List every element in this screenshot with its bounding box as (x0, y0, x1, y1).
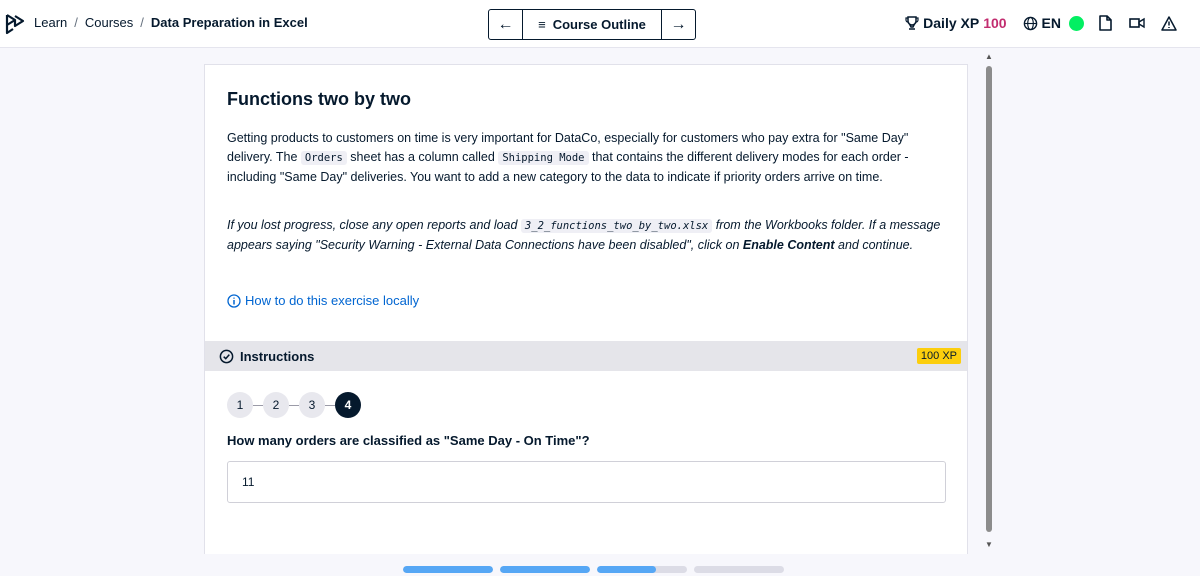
daily-xp-label: Daily XP (923, 15, 980, 31)
trophy-icon (905, 15, 919, 30)
step-4-button[interactable]: 4 (335, 392, 361, 418)
note-text: and continue. (834, 238, 914, 252)
slides-button[interactable] (1096, 14, 1114, 32)
step-3-button[interactable]: 3 (299, 392, 325, 418)
previous-exercise-button[interactable]: ← (489, 10, 522, 39)
xp-badge: 100 XP (916, 348, 961, 364)
exercise-card: Functions two by two Getting products to… (204, 64, 968, 554)
check-circle-icon (219, 349, 234, 363)
step-connector (325, 404, 335, 406)
exercise-title: Functions two by two (227, 89, 411, 109)
document-icon (1098, 15, 1112, 31)
breadcrumb-courses[interactable]: Courses (85, 15, 133, 30)
top-bar: Learn / Courses / Data Preparation in Ex… (0, 0, 1200, 48)
breadcrumb-current-course[interactable]: Data Preparation in Excel (151, 15, 308, 30)
inline-code-shipping-mode: Shipping Mode (498, 151, 589, 165)
inline-code-workbook: 3_2_functions_two_by_two.xlsx (520, 219, 713, 233)
step-indicator: 1 2 3 4 (227, 392, 361, 418)
how-to-exercise-locally-link[interactable]: How to do this exercise locally (227, 293, 419, 308)
video-button[interactable] (1128, 14, 1146, 32)
exercise-context: Getting products to customers on time is… (227, 129, 949, 187)
content-scrollbar[interactable]: ▲ ▼ (983, 52, 995, 552)
answer-input[interactable] (227, 461, 946, 503)
info-icon (227, 293, 241, 308)
step-connector (289, 404, 299, 406)
menu-icon: ≡ (538, 17, 546, 32)
arrow-right-icon: → (670, 15, 687, 33)
language-selector[interactable]: EN (1023, 15, 1061, 31)
breadcrumb-separator: / (140, 15, 144, 30)
progress-segment (403, 566, 493, 573)
exercise-progress (403, 566, 784, 573)
progress-fill (597, 566, 656, 573)
report-issue-button[interactable] (1160, 14, 1178, 32)
daily-xp-value: 100 (983, 15, 1007, 31)
how-to-link-label: How to do this exercise locally (245, 293, 420, 308)
header-tools: Daily XP 100 EN (905, 14, 1178, 32)
instructions-label: Instructions (240, 348, 315, 364)
step-2-button[interactable]: 2 (263, 392, 289, 418)
instructions-header: Instructions 100 XP (205, 341, 967, 371)
question-text: How many orders are classified as "Same … (227, 433, 590, 448)
progress-segment (694, 566, 784, 573)
course-outline-label: Course Outline (552, 17, 646, 32)
scrollbar-thumb[interactable] (986, 66, 992, 532)
language-label: EN (1041, 15, 1061, 31)
inline-code-orders: Orders (300, 151, 347, 165)
breadcrumb: Learn / Courses / Data Preparation in Ex… (34, 15, 308, 30)
course-outline-button[interactable]: ≡ Course Outline (522, 10, 662, 39)
progress-segment (597, 566, 687, 573)
globe-icon (1023, 16, 1037, 30)
scroll-up-icon[interactable]: ▲ (985, 52, 993, 61)
scroll-down-icon[interactable]: ▼ (985, 540, 993, 549)
step-1-button[interactable]: 1 (227, 392, 253, 418)
datacamp-logo-icon[interactable] (4, 12, 26, 36)
arrow-left-icon: ← (497, 15, 514, 33)
breadcrumb-learn[interactable]: Learn (34, 15, 67, 30)
context-text: sheet has a column called (346, 150, 499, 164)
warning-icon (1161, 15, 1177, 31)
course-nav: ← ≡ Course Outline → (488, 9, 696, 40)
instructions-title: Instructions (219, 349, 314, 364)
daily-xp[interactable]: Daily XP 100 (905, 15, 1007, 31)
progress-fill (500, 566, 590, 573)
progress-segment (500, 566, 590, 573)
progress-fill (403, 566, 493, 573)
note-bold-enable-content: Enable Content (742, 238, 835, 252)
connection-status-icon (1069, 15, 1084, 31)
breadcrumb-separator: / (74, 15, 78, 30)
next-exercise-button[interactable]: → (662, 10, 695, 39)
exercise-note: If you lost progress, close any open rep… (227, 216, 949, 255)
step-connector (253, 404, 263, 406)
video-icon (1129, 17, 1145, 29)
note-text: If you lost progress, close any open rep… (227, 218, 521, 232)
